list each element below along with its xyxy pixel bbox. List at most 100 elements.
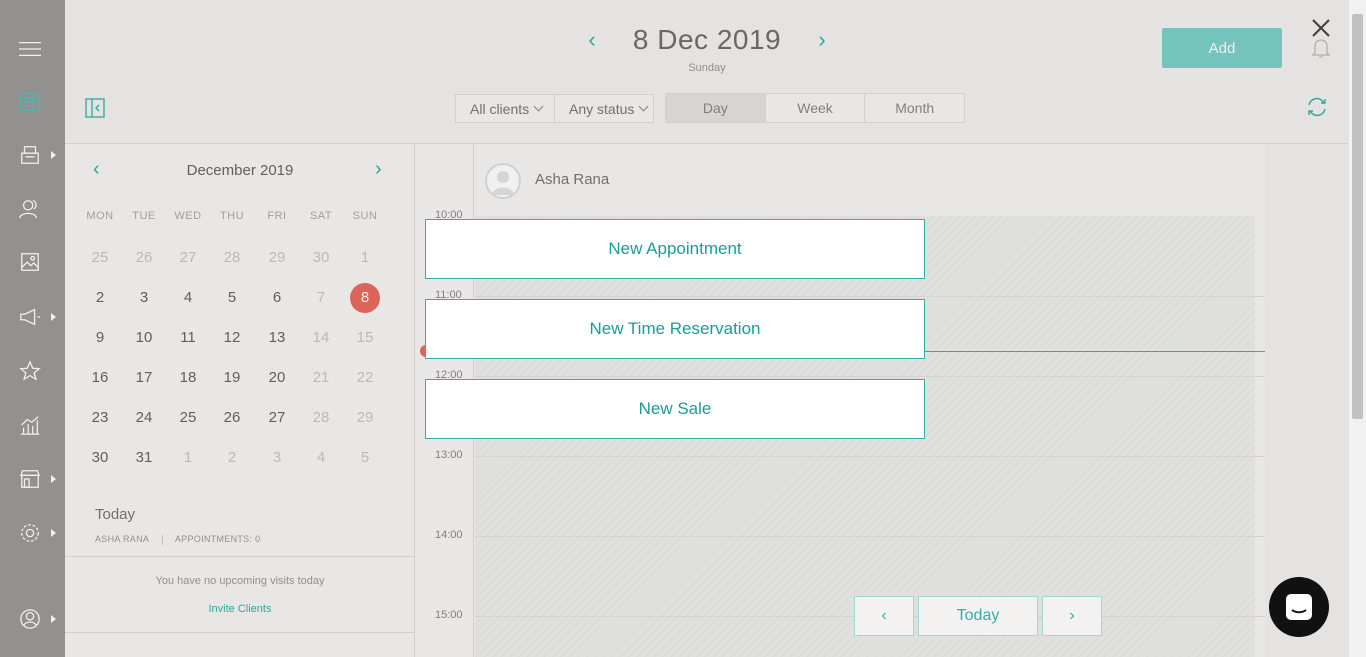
tab-week[interactable]: Week: [766, 94, 866, 122]
calendar-day[interactable]: 28: [306, 403, 336, 433]
weekday-header: THU: [219, 210, 245, 222]
invite-clients-link[interactable]: Invite Clients: [65, 603, 415, 615]
weekday-label: Sunday: [688, 62, 726, 74]
calendar-day[interactable]: 11: [173, 323, 203, 353]
weekday-header: SUN: [352, 210, 378, 222]
stats-icon[interactable]: [18, 413, 42, 437]
calendar-day[interactable]: 30: [306, 243, 336, 273]
expand-arrow-icon: [51, 529, 56, 537]
add-button[interactable]: Add: [1162, 28, 1282, 68]
staff-header: Asha Rana: [475, 144, 1265, 216]
calendar-day[interactable]: 27: [173, 243, 203, 273]
calendar-day[interactable]: 30: [85, 443, 115, 473]
next-month-button[interactable]: ›: [375, 158, 382, 181]
calendar-day[interactable]: 21: [306, 363, 336, 393]
calendar-month-label: December 2019: [186, 162, 294, 179]
status-filter[interactable]: Any status: [554, 94, 654, 123]
chevron-down-icon: [638, 101, 649, 112]
calendar-day[interactable]: 2: [85, 283, 115, 313]
hour-line: [475, 376, 1265, 377]
bell-icon[interactable]: [1311, 37, 1331, 59]
tab-month[interactable]: Month: [865, 94, 964, 122]
calendar-day[interactable]: 20: [262, 363, 292, 393]
megaphone-icon[interactable]: [18, 305, 42, 329]
staff-name: Asha Rana: [535, 171, 610, 188]
calendar-day[interactable]: 3: [262, 443, 292, 473]
clients-filter[interactable]: All clients: [455, 94, 555, 123]
chevron-down-icon: [533, 101, 544, 112]
cash-register-icon[interactable]: [18, 143, 42, 167]
profile-icon[interactable]: [18, 607, 42, 631]
store-icon[interactable]: [18, 467, 42, 491]
calendar-day[interactable]: 4: [173, 283, 203, 313]
collapse-panel-icon[interactable]: [85, 98, 105, 118]
calendar-day[interactable]: 5: [217, 283, 247, 313]
mini-calendar-panel: ‹ December 2019 › MON TUE WED THU FRI SAT SUN …: [65, 143, 415, 657]
chat-icon: [1286, 594, 1312, 620]
tab-day[interactable]: Day: [666, 94, 766, 122]
sidebar: [0, 0, 65, 657]
time-label: 15:00: [435, 609, 463, 621]
calendar-day[interactable]: 10: [129, 323, 159, 353]
gallery-icon[interactable]: [18, 250, 42, 274]
calendar-day[interactable]: 29: [262, 243, 292, 273]
calendar-day[interactable]: 19: [217, 363, 247, 393]
calendar-day[interactable]: 4: [306, 443, 336, 473]
clients-icon[interactable]: [18, 197, 42, 221]
gear-icon[interactable]: [18, 521, 42, 545]
calendar-day[interactable]: 26: [217, 403, 247, 433]
calendar-icon[interactable]: [18, 89, 42, 113]
calendar-day[interactable]: 28: [217, 243, 247, 273]
calendar-day[interactable]: 18: [173, 363, 203, 393]
hamburger-menu-icon[interactable]: [18, 37, 42, 61]
calendar-day[interactable]: 25: [173, 403, 203, 433]
next-day-button[interactable]: ›: [812, 28, 832, 52]
new-time-reservation-button[interactable]: New Time Reservation: [425, 299, 925, 359]
time-label: 13:00: [435, 449, 463, 461]
divider: [65, 632, 415, 633]
pager-next-button[interactable]: ›: [1042, 596, 1102, 636]
expand-arrow-icon: [51, 313, 56, 321]
new-appointment-button[interactable]: New Appointment: [425, 219, 925, 279]
weekday-header: FRI: [267, 210, 287, 222]
calendar-day-selected[interactable]: 8: [350, 283, 380, 313]
calendar-day[interactable]: 27: [262, 403, 292, 433]
weekday-header: MON: [86, 210, 114, 222]
close-icon[interactable]: [1310, 17, 1332, 39]
calendar-day[interactable]: 5: [350, 443, 380, 473]
scrollbar[interactable]: [1349, 0, 1366, 657]
calendar-day[interactable]: 15: [350, 323, 380, 353]
calendar-day[interactable]: 24: [129, 403, 159, 433]
calendar-day[interactable]: 2: [217, 443, 247, 473]
calendar-day[interactable]: 17: [129, 363, 159, 393]
calendar-day[interactable]: 14: [306, 323, 336, 353]
calendar-day[interactable]: 25: [85, 243, 115, 273]
new-sale-button[interactable]: New Sale: [425, 379, 925, 439]
divider: [65, 556, 415, 557]
star-icon[interactable]: [18, 359, 42, 383]
calendar-day[interactable]: 7: [306, 283, 336, 313]
calendar-day[interactable]: 13: [262, 323, 292, 353]
calendar-day[interactable]: 3: [129, 283, 159, 313]
calendar-day[interactable]: 23: [85, 403, 115, 433]
weekday-header: TUE: [132, 210, 156, 222]
calendar-day[interactable]: 12: [217, 323, 247, 353]
prev-day-button[interactable]: ‹: [582, 28, 602, 52]
refresh-icon[interactable]: [1305, 95, 1329, 119]
calendar-day[interactable]: 16: [85, 363, 115, 393]
today-staff: ASHA RANA: [95, 534, 149, 544]
calendar-day[interactable]: 1: [350, 243, 380, 273]
calendar-day[interactable]: 22: [350, 363, 380, 393]
calendar-day[interactable]: 9: [85, 323, 115, 353]
calendar-day[interactable]: 26: [129, 243, 159, 273]
calendar-day[interactable]: 29: [350, 403, 380, 433]
calendar-day[interactable]: 31: [129, 443, 159, 473]
chat-launcher[interactable]: [1269, 577, 1329, 637]
pager-today-button[interactable]: Today: [918, 596, 1038, 636]
calendar-day[interactable]: 6: [262, 283, 292, 313]
scrollbar-thumb[interactable]: [1352, 14, 1363, 419]
pager-prev-button[interactable]: ‹: [854, 596, 914, 636]
clients-filter-label: All clients: [470, 100, 530, 117]
calendar-day[interactable]: 1: [173, 443, 203, 473]
hour-line: [475, 456, 1265, 457]
